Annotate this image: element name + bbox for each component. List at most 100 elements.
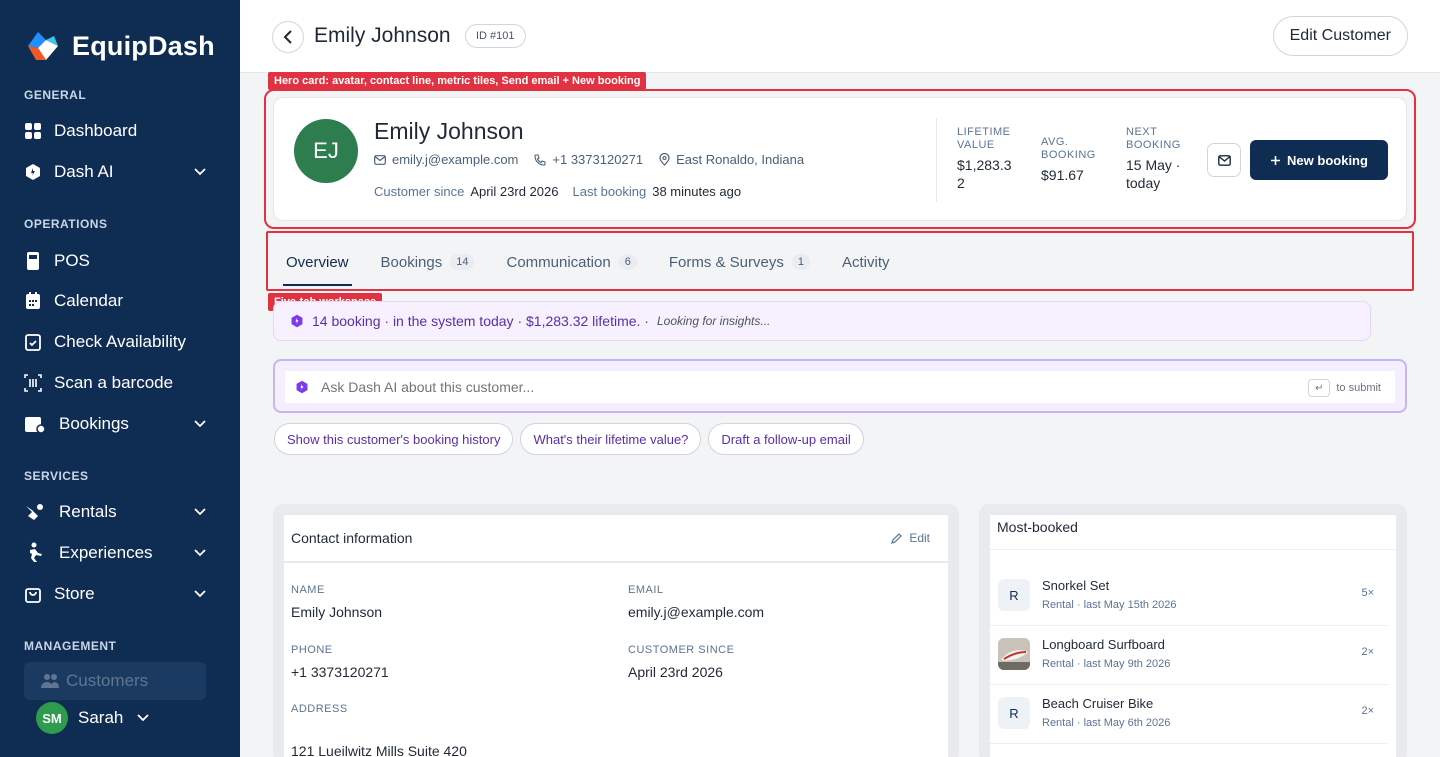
field-value-address: 121 Lueilwitz Mills Suite 420 [291,743,467,757]
plus-icon [1271,155,1281,165]
tab-count-badge: 14 [450,254,475,270]
phone-icon [534,153,546,166]
metric-value: 15 May · today [1126,157,1181,191]
tab-communication[interactable]: Communication 6 [493,234,649,290]
sidebar-item-label: Customers [66,671,149,690]
divider [990,549,1396,550]
sidebar-item-calendar[interactable]: Calendar [24,285,214,317]
dash-ai-icon [291,314,303,328]
enter-key-icon: ↵ [1308,379,1331,397]
sidebar-item-rentals[interactable]: Rentals [24,496,214,528]
bookings-icon [24,414,59,434]
insight-text: 14 booking · in the system today · $1,28… [312,313,649,329]
topbar: Emily Johnson ID #101 Edit Customer [240,0,1440,73]
phone-contact[interactable]: +1 3373120271 [534,152,643,167]
field-value-email: emily.j@example.com [628,604,765,620]
last-booking-label: Last booking [572,184,647,199]
edit-customer-button[interactable]: Edit Customer [1272,16,1408,56]
section-general: GENERAL [24,88,87,102]
ask-input-wrapper: ↵ to submit [285,371,1395,403]
chevron-down-icon [137,714,150,722]
list-item[interactable]: R Beach Cruiser Bike Rental · last May 6… [990,685,1388,744]
store-icon [24,584,54,604]
tab-bookings[interactable]: Bookings 14 [368,234,488,290]
edit-contact-button[interactable]: Edit [891,531,930,545]
sidebar-item-pos[interactable]: POS [24,245,214,277]
new-booking-label: New booking [1287,152,1368,168]
sidebar-item-scan-barcode[interactable]: Scan a barcode [24,367,214,399]
calendar-icon [24,291,54,311]
user-name: Sarah [78,708,124,727]
chip-lifetime-value[interactable]: What's their lifetime value? [520,423,702,455]
divider [936,118,937,202]
sidebar-item-label: Bookings [59,414,129,433]
metric-lifetime-value: LIFETIME VALUE $1,283.32 [957,126,1017,192]
calendar-check-icon [24,332,54,352]
metric-label: AVG. BOOKING [1041,136,1096,161]
chip-follow-up-email[interactable]: Draft a follow-up email [708,423,864,455]
list-item[interactable]: R Snorkel Set Rental · last May 15th 202… [990,567,1388,626]
back-button[interactable] [272,21,304,53]
customer-meta-line: Customer since April 23rd 2026 Last booki… [374,184,741,199]
sidebar-item-label: Dash AI [54,162,114,181]
section-services: SERVICES [24,469,89,483]
sidebar-item-dash-ai[interactable]: Dash AI [24,156,214,188]
field-label-address: ADDRESS [291,703,348,715]
metric-avg-booking: AVG. BOOKING $91.67 [1041,136,1103,184]
sidebar-item-label: Rentals [59,502,117,521]
phone-text: +1 3373120271 [552,152,644,167]
tab-forms-surveys[interactable]: Forms & Surveys 1 [656,234,823,290]
tab-count-badge: 1 [791,254,810,270]
item-thumbnail: R [998,697,1030,729]
new-booking-button[interactable]: New booking [1250,140,1388,180]
edit-label: Edit [909,531,930,545]
sidebar-item-label: POS [54,251,90,270]
list-item[interactable]: Longboard Surfboard Rental · last May 9t… [990,626,1388,685]
sidebar-item-store[interactable]: Store [24,578,214,610]
item-count: 2× [1361,646,1374,658]
sidebar-item-experiences[interactable]: Experiences [24,537,214,569]
most-booked-wrapper: Most-booked R Snorkel Set Rental · last … [979,504,1407,757]
tab-bar: Overview Bookings 14 Communication 6 Forms… [273,234,1413,290]
sidebar-item-bookings[interactable]: Bookings [24,408,214,440]
item-subtitle: Rental · last May 6th 2026 [1042,717,1171,729]
sidebar-item-check-availability[interactable]: Check Availability [24,326,214,358]
tab-overview[interactable]: Overview [273,234,362,290]
rentals-icon [24,502,59,522]
metric-value: $1,283.32 [957,157,1012,191]
sidebar: EquipDash GENERAL Dashboard Dash AI OPER… [0,0,240,757]
most-booked-title: Most-booked [997,519,1078,535]
item-name: Beach Cruiser Bike [1042,696,1154,711]
email-contact[interactable]: emily.j@example.com [374,152,518,167]
tab-activity[interactable]: Activity [829,234,903,290]
submit-hint-text: to submit [1336,382,1381,394]
location-contact: East Ronaldo, Indiana [659,152,804,167]
field-value-customer-since: April 23rd 2026 [628,664,723,680]
metric-label: LIFETIME VALUE [957,126,1011,151]
customer-since-value: April 23rd 2026 [470,184,559,199]
ask-dash-ai-input[interactable] [321,379,1281,395]
sidebar-item-customers[interactable]: Customers [24,662,206,700]
send-email-button[interactable] [1207,143,1241,177]
sidebar-item-label: Check Availability [54,332,186,351]
user-menu[interactable]: SM Sarah [36,702,150,734]
avatar: SM [36,702,68,734]
chevron-down-icon [194,549,206,557]
pos-icon [24,251,54,271]
last-booking-value: 38 minutes ago [652,184,742,199]
customer-avatar: EJ [294,119,358,183]
sidebar-item-label: Store [54,584,95,603]
dash-ai-icon [24,163,54,181]
annotation-hero-label: Hero card: avatar, contact line, metric … [268,72,647,90]
item-thumbnail: R [998,579,1030,611]
ai-insight-banner: 14 booking · in the system today · $1,28… [273,301,1371,341]
equipdash-logo-icon [28,32,58,60]
chip-booking-history[interactable]: Show this customer's booking history [274,423,514,455]
dash-ai-icon [296,380,308,394]
sidebar-item-dashboard[interactable]: Dashboard [24,115,214,147]
logo[interactable]: EquipDash [24,28,215,64]
metric-value: $91.67 [1041,167,1084,183]
metric-next-booking: NEXT BOOKING 15 May · today [1126,126,1190,192]
chevron-down-icon [194,420,206,428]
hero-card: EJ Emily Johnson emily.j@example.com +1 … [273,97,1407,221]
